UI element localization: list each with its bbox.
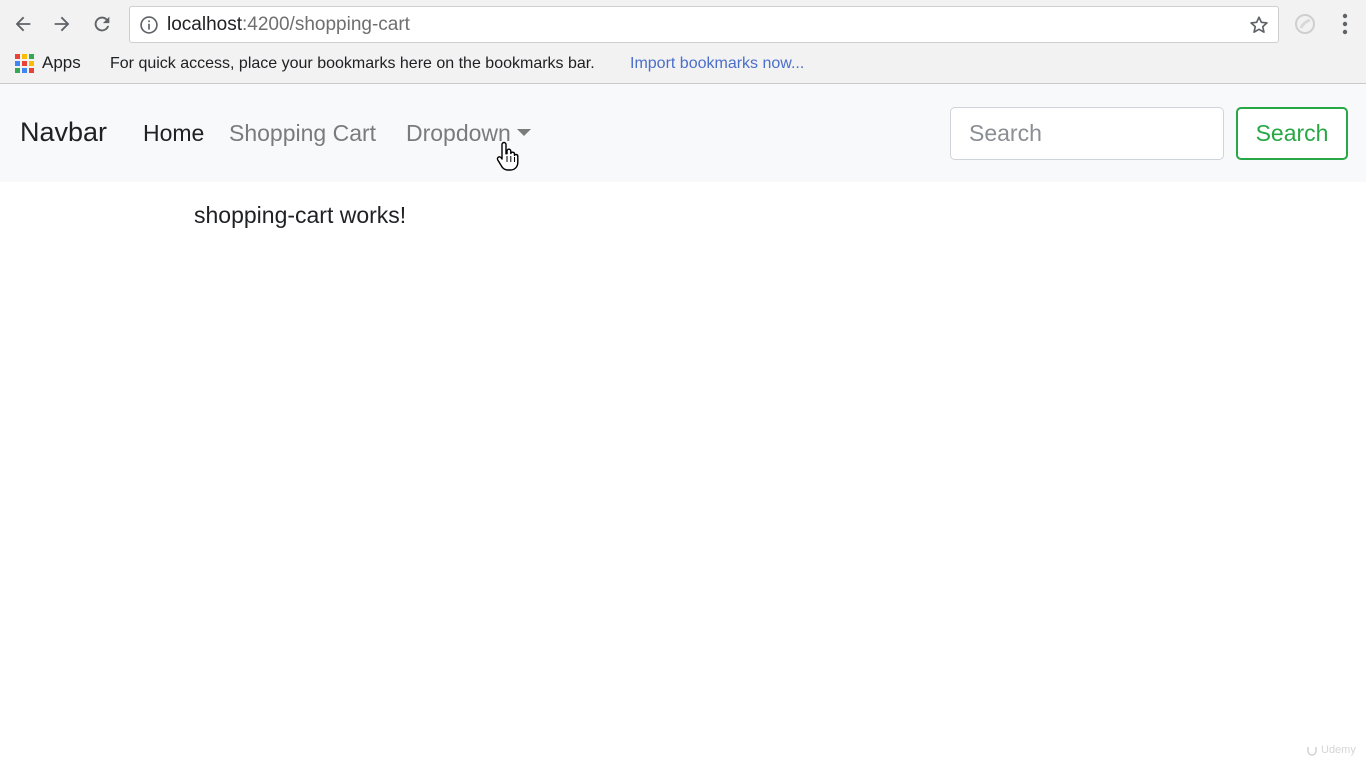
search-button[interactable]: Search bbox=[1236, 107, 1348, 160]
kebab-menu-icon[interactable] bbox=[1333, 12, 1357, 36]
nav-link-home[interactable]: Home bbox=[143, 120, 204, 147]
arrow-right-icon bbox=[54, 16, 70, 32]
hand-pointer-cursor-icon bbox=[496, 141, 519, 171]
nav-link-shopping-cart[interactable]: Shopping Cart bbox=[229, 120, 376, 147]
apps-label: Apps bbox=[42, 53, 81, 72]
address-bar[interactable]: localhost:4200/shopping-cart bbox=[129, 6, 1279, 43]
bookmarks-bar: Apps For quick access, place your bookma… bbox=[0, 48, 1366, 83]
info-icon[interactable] bbox=[139, 15, 159, 35]
udemy-logo-icon bbox=[1307, 747, 1317, 756]
page-message: shopping-cart works! bbox=[194, 202, 407, 228]
import-bookmarks-link[interactable]: Import bookmarks now... bbox=[630, 55, 804, 73]
navbar-brand[interactable]: Navbar bbox=[20, 117, 107, 148]
forward-button[interactable] bbox=[49, 10, 75, 38]
url-host: localhost bbox=[167, 14, 242, 35]
bookmarks-hint-text: For quick access, place your bookmarks h… bbox=[110, 55, 595, 72]
url-text[interactable]: localhost:4200/shopping-cart bbox=[167, 14, 410, 36]
udemy-watermark: Udemy bbox=[1306, 744, 1356, 756]
reload-button[interactable] bbox=[89, 10, 115, 38]
arrow-left-icon bbox=[15, 16, 31, 32]
caret-down-icon bbox=[516, 129, 531, 136]
search-input[interactable] bbox=[950, 107, 1224, 160]
extension-icon[interactable] bbox=[1293, 12, 1317, 36]
back-button[interactable] bbox=[10, 10, 36, 38]
browser-chrome: localhost:4200/shopping-cart Apps For qu… bbox=[0, 0, 1366, 84]
watermark-text: Udemy bbox=[1321, 744, 1356, 756]
url-path: :4200/shopping-cart bbox=[242, 14, 410, 35]
apps-shortcut[interactable]: Apps bbox=[15, 53, 81, 73]
reload-icon bbox=[94, 16, 110, 32]
star-icon[interactable] bbox=[1248, 14, 1270, 36]
browser-toolbar: localhost:4200/shopping-cart bbox=[0, 0, 1366, 48]
apps-grid-icon bbox=[15, 53, 34, 73]
